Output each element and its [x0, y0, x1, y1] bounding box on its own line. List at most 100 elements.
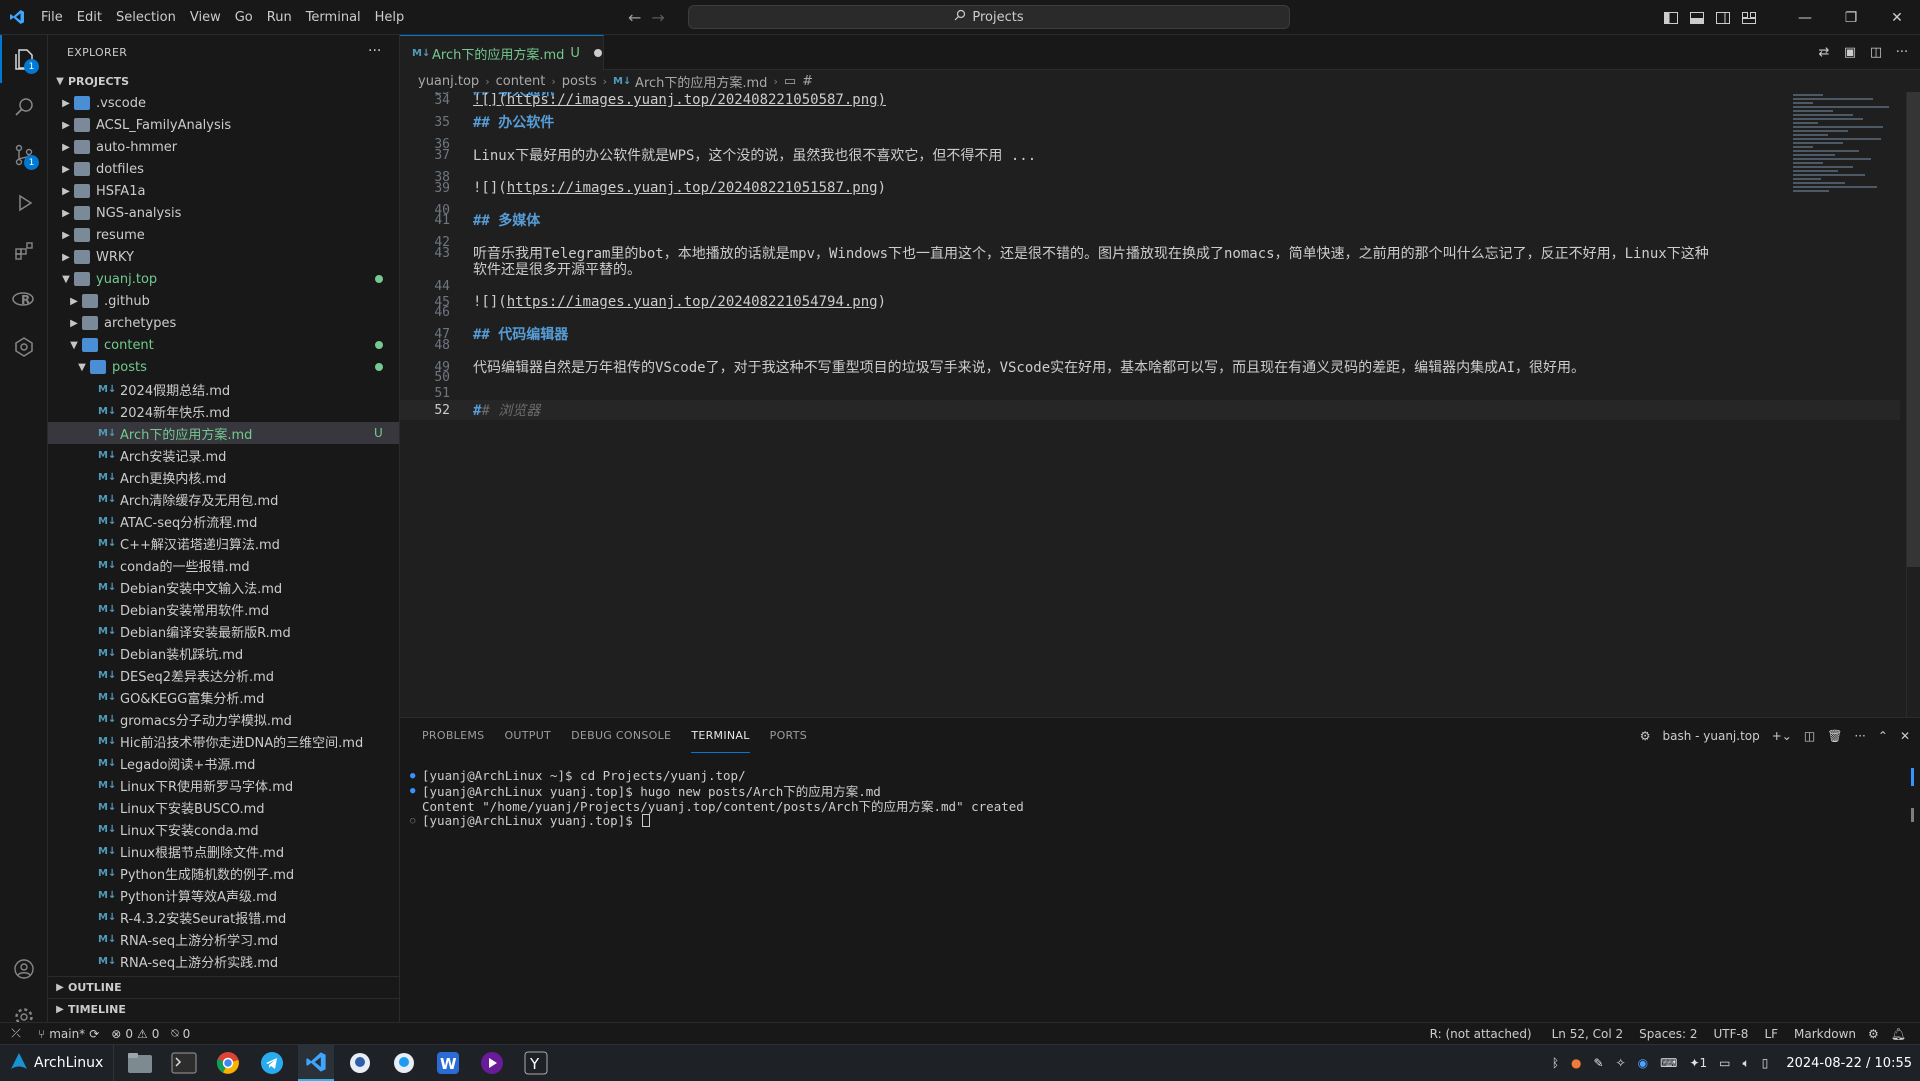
- extensions-icon[interactable]: [0, 227, 48, 275]
- command-decoration-icon[interactable]: ○: [410, 816, 422, 826]
- ports-indicator[interactable]: ⍉ 0: [165, 1023, 196, 1045]
- folder-item[interactable]: ▶ HSFA1a: [48, 180, 399, 202]
- file-item[interactable]: M↓ gromacs分子动力学模拟.md: [48, 708, 399, 730]
- menu-item-help[interactable]: Help: [368, 0, 412, 35]
- line-ending[interactable]: LF: [1758, 1023, 1784, 1045]
- command-center[interactable]: Projects: [688, 5, 1290, 29]
- chrome-browser-icon[interactable]: [210, 1045, 246, 1081]
- toggle-primary-sidebar-icon[interactable]: [1658, 0, 1684, 35]
- split-editor-icon[interactable]: ◫: [1866, 45, 1886, 60]
- display-icon[interactable]: ▭: [1719, 1056, 1730, 1070]
- pen-icon[interactable]: ✎: [1594, 1056, 1604, 1070]
- panel-tab-ports[interactable]: PORTS: [770, 718, 807, 753]
- file-item[interactable]: M↓ Debian装机踩坑.md: [48, 642, 399, 664]
- file-item[interactable]: M↓ Linux下安装conda.md: [48, 818, 399, 840]
- customize-layout-icon[interactable]: [1736, 0, 1762, 35]
- menu-item-terminal[interactable]: Terminal: [299, 0, 368, 35]
- toggle-panel-icon[interactable]: [1684, 0, 1710, 35]
- open-preview-icon[interactable]: ▣: [1840, 45, 1860, 60]
- code-line[interactable]: 41 ## 多媒体: [400, 210, 1900, 230]
- code-line[interactable]: 37 Linux下最好用的办公软件就是WPS，这个没的说，虽然我也很不喜欢它，但不…: [400, 145, 1900, 165]
- editor-scrollbar-thumb[interactable]: [1907, 92, 1920, 567]
- code-line[interactable]: 39 ![](https://images.yuanj.top/202408221…: [400, 178, 1900, 198]
- file-item[interactable]: M↓ conda的一些报错.md: [48, 554, 399, 576]
- folder-item[interactable]: ▶ archetypes: [48, 312, 399, 334]
- more-actions-icon[interactable]: ···: [1854, 729, 1865, 743]
- file-item[interactable]: M↓ Arch清除缓存及无用包.md: [48, 488, 399, 510]
- file-item[interactable]: M↓ Linux下R使用新罗马字体.md: [48, 774, 399, 796]
- file-item[interactable]: M↓ R-4.3.2安装Seurat报错.md: [48, 906, 399, 928]
- forward-arrow-icon[interactable]: →: [651, 8, 664, 27]
- new-terminal-icon[interactable]: +⌄: [1772, 729, 1792, 743]
- breadcrumb-item[interactable]: yuanj.top: [418, 74, 479, 89]
- input-method-icon[interactable]: ✧: [1616, 1056, 1626, 1070]
- code-line[interactable]: 34 ![](https://images.yuanj.top/202408221…: [400, 92, 1900, 110]
- yuque-app-icon[interactable]: Y: [518, 1045, 554, 1081]
- folder-item[interactable]: ▶ dotfiles: [48, 158, 399, 180]
- file-item[interactable]: M↓ RNA-seq上游分析实践.md: [48, 950, 399, 972]
- toggle-secondary-sidebar-icon[interactable]: [1710, 0, 1736, 35]
- file-item[interactable]: M↓ 2024假期总结.md: [48, 378, 399, 400]
- maximize-panel-icon[interactable]: ⌃: [1878, 729, 1888, 743]
- kill-terminal-icon[interactable]: 🗑: [1827, 729, 1842, 743]
- file-item[interactable]: M↓ Linux根据节点删除文件.md: [48, 840, 399, 862]
- file-item[interactable]: M↓ GO&KEGG富集分析.md: [48, 686, 399, 708]
- cursor-position[interactable]: Ln 52, Col 2: [1546, 1023, 1630, 1045]
- folder-item[interactable]: ▼ yuanj.top: [48, 268, 399, 290]
- folder-item[interactable]: ▶ WRKY: [48, 246, 399, 268]
- code-line[interactable]: 52 ## 浏览器: [400, 400, 1900, 420]
- keyboard-layout-icon[interactable]: ⌨: [1660, 1056, 1677, 1070]
- code-line[interactable]: 48: [400, 335, 1900, 355]
- file-item[interactable]: M↓ Python计算等效A声级.md: [48, 884, 399, 906]
- terminal-scrollbar[interactable]: [1911, 768, 1914, 828]
- minimap[interactable]: [1793, 92, 1905, 222]
- start-menu-button[interactable]: ArchLinux: [0, 1044, 115, 1081]
- file-item[interactable]: M↓ Hic前沿技术带你走进DNA的三维空间.md: [48, 730, 399, 752]
- folder-item[interactable]: ▶ auto-hmmer: [48, 136, 399, 158]
- clock[interactable]: 2024-08-22 / 10:55: [1786, 1056, 1912, 1071]
- panel-tab-debug-console[interactable]: DEBUG CONSOLE: [571, 718, 671, 753]
- more-actions-icon[interactable]: ···: [1892, 45, 1912, 60]
- menu-item-selection[interactable]: Selection: [109, 0, 183, 35]
- file-item[interactable]: M↓ Arch下的应用方案.md U: [48, 422, 399, 444]
- close-panel-icon[interactable]: ✕: [1900, 729, 1910, 743]
- folder-item[interactable]: ▶ resume: [48, 224, 399, 246]
- folder-item[interactable]: ▶ .vscode: [48, 92, 399, 114]
- file-item[interactable]: M↓ Arch安装记录.md: [48, 444, 399, 466]
- restore-icon[interactable]: ❐: [1828, 0, 1874, 35]
- file-item[interactable]: M↓ DESeq2差异表达分析.md: [48, 664, 399, 686]
- problems-indicator[interactable]: ⊗ 0 ⚠ 0: [105, 1023, 165, 1045]
- volume-icon[interactable]: 🔈︎: [1743, 1056, 1750, 1071]
- menu-item-view[interactable]: View: [183, 0, 228, 35]
- menu-item-edit[interactable]: Edit: [70, 0, 109, 35]
- breadcrumb-item[interactable]: content: [496, 74, 546, 89]
- source-control-icon[interactable]: 1: [0, 131, 48, 179]
- terminal-app-icon[interactable]: [166, 1045, 202, 1081]
- file-item[interactable]: M↓ Python生成随机数的例子.md: [48, 862, 399, 884]
- minimize-icon[interactable]: —: [1782, 0, 1828, 35]
- explorer-icon[interactable]: 1: [0, 35, 48, 83]
- panel-tab-problems[interactable]: PROBLEMS: [422, 718, 484, 753]
- file-item[interactable]: M↓ Debian编译安装最新版R.md: [48, 620, 399, 642]
- vscode-app-icon[interactable]: [298, 1044, 335, 1081]
- file-item[interactable]: M↓ C++解汉诺塔递归算法.md: [48, 532, 399, 554]
- panel-tab-output[interactable]: OUTPUT: [504, 718, 551, 753]
- command-decoration-icon[interactable]: ●: [410, 771, 422, 781]
- split-terminal-icon[interactable]: ◫: [1804, 729, 1815, 743]
- code-editor[interactable]: 25## 聊天通讯34![](https://images.yuanj.top/…: [400, 92, 1920, 717]
- power-icon[interactable]: ▯: [1762, 1056, 1769, 1070]
- file-item[interactable]: M↓ Debian安装中文输入法.md: [48, 576, 399, 598]
- menu-item-run[interactable]: Run: [260, 0, 299, 35]
- outline-section-header[interactable]: ▶ OUTLINE: [48, 976, 400, 998]
- media-player-icon[interactable]: [474, 1045, 510, 1081]
- qq-app-icon[interactable]: [386, 1045, 422, 1081]
- folder-item[interactable]: ▶ .github: [48, 290, 399, 312]
- folder-item[interactable]: ▼ content: [48, 334, 399, 356]
- menu-item-go[interactable]: Go: [228, 0, 260, 35]
- folder-item[interactable]: ▶ ACSL_FamilyAnalysis: [48, 114, 399, 136]
- clipboard-icon[interactable]: ●: [1571, 1056, 1581, 1070]
- r-session-status[interactable]: R: (not attached): [1424, 1023, 1538, 1045]
- command-decoration-icon[interactable]: ●: [410, 786, 422, 796]
- projects-section-header[interactable]: ▼ PROJECTS: [48, 70, 399, 92]
- editor-tab[interactable]: M↓ Arch下的应用方案.md U: [400, 35, 604, 70]
